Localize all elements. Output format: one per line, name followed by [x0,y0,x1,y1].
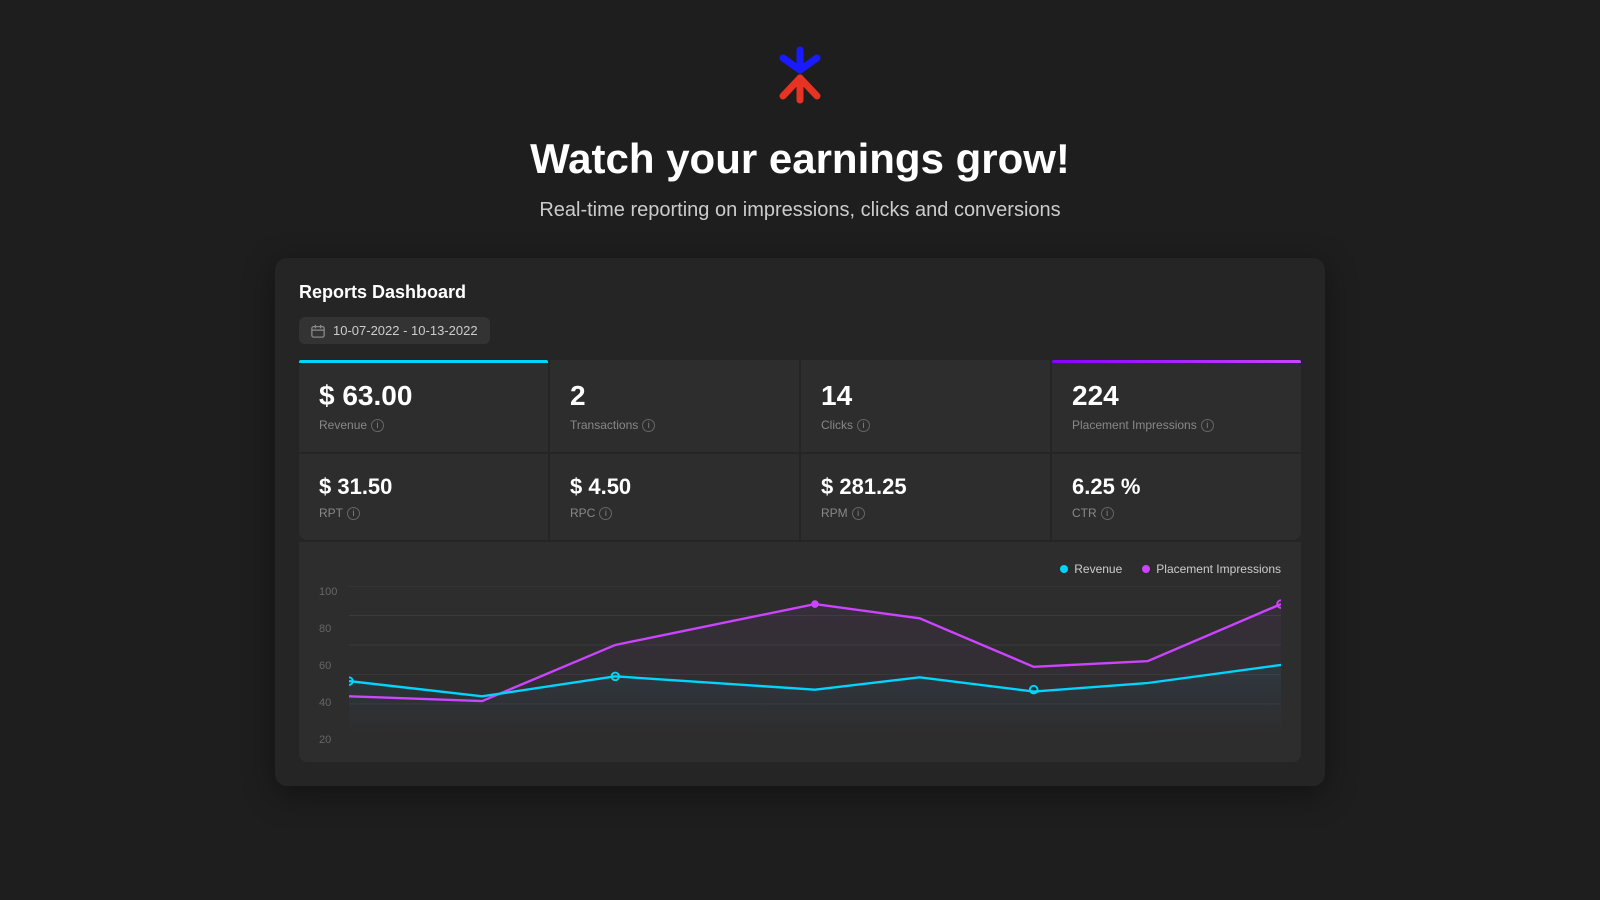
impressions-peak-dot [811,600,819,608]
calendar-icon [311,324,325,338]
spark-logo-icon [765,40,835,110]
transactions-value: 2 [570,380,779,412]
metric-card-ctr: 6.25 % CTR i [1052,454,1301,540]
transactions-label: Transactions i [570,418,779,432]
metric-card-impressions: 224 Placement Impressions i [1052,360,1301,452]
dashboard-card: Reports Dashboard 10-07-2022 - 10-13-202… [275,258,1325,786]
page-headline: Watch your earnings grow! [530,135,1070,183]
metric-card-transactions: 2 Transactions i [550,360,799,452]
legend-revenue: Revenue [1060,562,1122,576]
rpm-label: RPM i [821,506,1030,520]
metric-card-clicks: 14 Clicks i [801,360,1050,452]
metric-card-rpt: $ 31.50 RPT i [299,454,548,540]
impressions-value: 224 [1072,380,1281,412]
chart-area: 100 80 60 40 20 [319,586,1281,746]
logo [765,40,835,115]
impressions-label: Placement Impressions i [1072,418,1281,432]
top-metrics-grid: $ 63.00 Revenue i 2 Transactions i 14 Cl… [299,360,1301,452]
metric-card-rpc: $ 4.50 RPC i [550,454,799,540]
ctr-value: 6.25 % [1072,474,1281,500]
impressions-legend-dot [1142,565,1150,573]
chart-section: Revenue Placement Impressions 100 80 60 … [299,542,1301,762]
metric-card-revenue: $ 63.00 Revenue i [299,360,548,452]
impressions-legend-label: Placement Impressions [1156,562,1281,576]
chart-legend: Revenue Placement Impressions [319,562,1281,576]
rpt-info-icon[interactable]: i [347,507,360,520]
revenue-legend-dot [1060,565,1068,573]
y-label-60: 60 [319,660,337,672]
metric-card-rpm: $ 281.25 RPM i [801,454,1050,540]
y-axis: 100 80 60 40 20 [319,586,347,746]
chart-svg [349,586,1281,733]
rpc-info-icon[interactable]: i [599,507,612,520]
rpt-label: RPT i [319,506,528,520]
ctr-info-icon[interactable]: i [1101,507,1114,520]
transactions-info-icon[interactable]: i [642,419,655,432]
clicks-value: 14 [821,380,1030,412]
y-label-100: 100 [319,586,337,598]
rpc-value: $ 4.50 [570,474,779,500]
revenue-info-icon[interactable]: i [371,419,384,432]
rpc-label: RPC i [570,506,779,520]
y-label-20: 20 [319,734,337,746]
date-range-label: 10-07-2022 - 10-13-2022 [333,323,478,338]
bottom-metrics-grid: $ 31.50 RPT i $ 4.50 RPC i $ 281.25 RPM … [299,454,1301,540]
date-range-badge[interactable]: 10-07-2022 - 10-13-2022 [299,317,490,344]
revenue-value: $ 63.00 [319,380,528,412]
rpm-value: $ 281.25 [821,474,1030,500]
clicks-info-icon[interactable]: i [857,419,870,432]
revenue-legend-label: Revenue [1074,562,1122,576]
dashboard-title: Reports Dashboard [299,282,1301,303]
legend-impressions: Placement Impressions [1142,562,1281,576]
ctr-label: CTR i [1072,506,1281,520]
y-label-80: 80 [319,623,337,635]
rpm-info-icon[interactable]: i [852,507,865,520]
revenue-label: Revenue i [319,418,528,432]
clicks-label: Clicks i [821,418,1030,432]
y-label-40: 40 [319,697,337,709]
impressions-info-icon[interactable]: i [1201,419,1214,432]
rpt-value: $ 31.50 [319,474,528,500]
page-subtitle: Real-time reporting on impressions, clic… [539,199,1060,222]
